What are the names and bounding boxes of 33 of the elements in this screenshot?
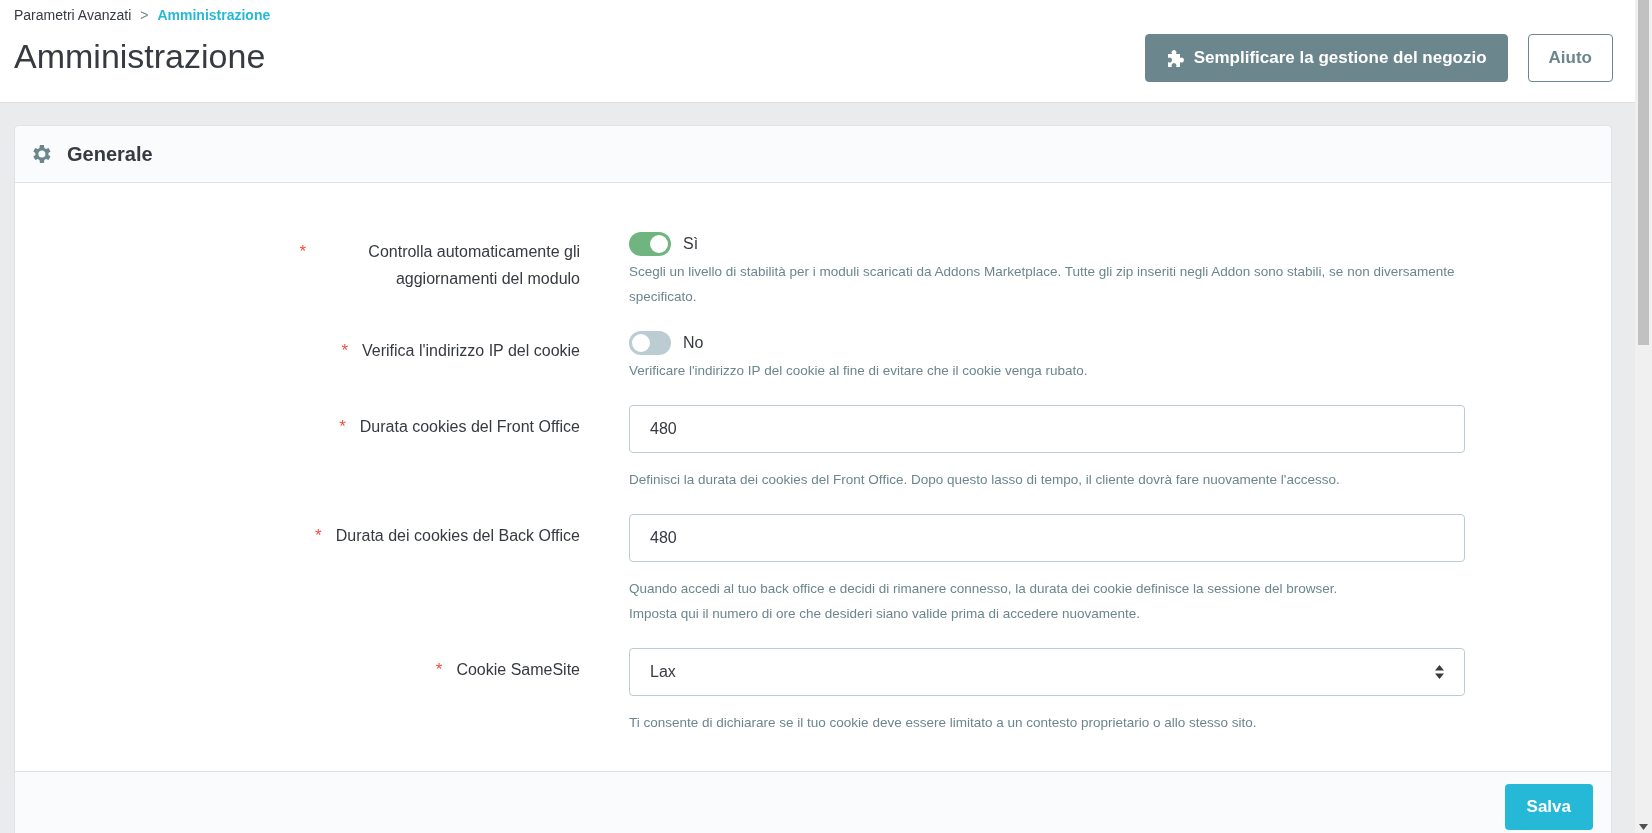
field-label: Cookie SameSite bbox=[456, 660, 580, 680]
help-text: Imposta qui il numero di ore che desideri siano valide prima di accedere nuovamente. bbox=[629, 605, 1142, 623]
required-mark: * bbox=[339, 416, 346, 438]
help-text: Definisci la durata dei cookies del Front Office. Dopo questo lasso di tempo, il cliente dovrà fare nuovamente l'accesso. bbox=[629, 471, 1341, 489]
chevron-updown-icon bbox=[1435, 665, 1444, 679]
card-title: Generale bbox=[67, 142, 153, 166]
toggle-switch[interactable] bbox=[629, 331, 671, 355]
select-field[interactable]: Lax bbox=[629, 648, 1465, 696]
breadcrumb-link[interactable]: Parametri Avanzati bbox=[14, 7, 132, 23]
toggle-value: No bbox=[683, 334, 704, 352]
help-text: Ti consente di dichiarare se il tuo cookie deve essere limitato a un contesto proprietario o allo stesso sito. bbox=[629, 714, 1258, 732]
shop-management-button[interactable]: Semplificare la gestione del negozio bbox=[1144, 34, 1508, 82]
required-mark: * bbox=[341, 340, 348, 362]
required-mark: * bbox=[299, 241, 306, 263]
input-field[interactable]: 480 bbox=[629, 514, 1465, 562]
required-mark: * bbox=[315, 525, 322, 547]
puzzle-icon bbox=[1165, 48, 1186, 68]
field-label: Verifica l'indirizzo IP del cookie bbox=[362, 341, 580, 361]
help-text: Scegli un livello di stabilità per i moduli scaricati da Addons Marketplace. Tutte gli zip inseriti negli Addon sono stabili, se non diversamente specificato. bbox=[629, 263, 1456, 306]
toggle-switch[interactable] bbox=[629, 232, 671, 256]
page-title: Amministrazione bbox=[14, 37, 267, 76]
breadcrumb-separator: > bbox=[140, 7, 149, 23]
help-text: Verificare l'indirizzo IP del cookie al fine di evitare che il cookie venga rubato. bbox=[629, 362, 1089, 380]
toggle-value: Sì bbox=[683, 235, 699, 253]
scrollbar[interactable] bbox=[1635, 0, 1652, 833]
help-button[interactable]: Aiuto bbox=[1527, 34, 1613, 82]
input-field[interactable]: 480 bbox=[629, 405, 1465, 453]
scroll-down-arrow-icon[interactable] bbox=[1639, 824, 1648, 830]
help-text: Quando accedi al tuo back office e decidi di rimanere connesso, la durata dei cookie definisce la sessione del browser. bbox=[629, 580, 1339, 598]
field-label: Durata dei cookies del Back Office bbox=[335, 526, 580, 546]
field-label: Durata cookies del Front Office bbox=[359, 417, 580, 437]
required-mark: * bbox=[435, 659, 443, 681]
field-label: Controlla automaticamente gli aggiornamenti del modulo bbox=[367, 242, 580, 289]
